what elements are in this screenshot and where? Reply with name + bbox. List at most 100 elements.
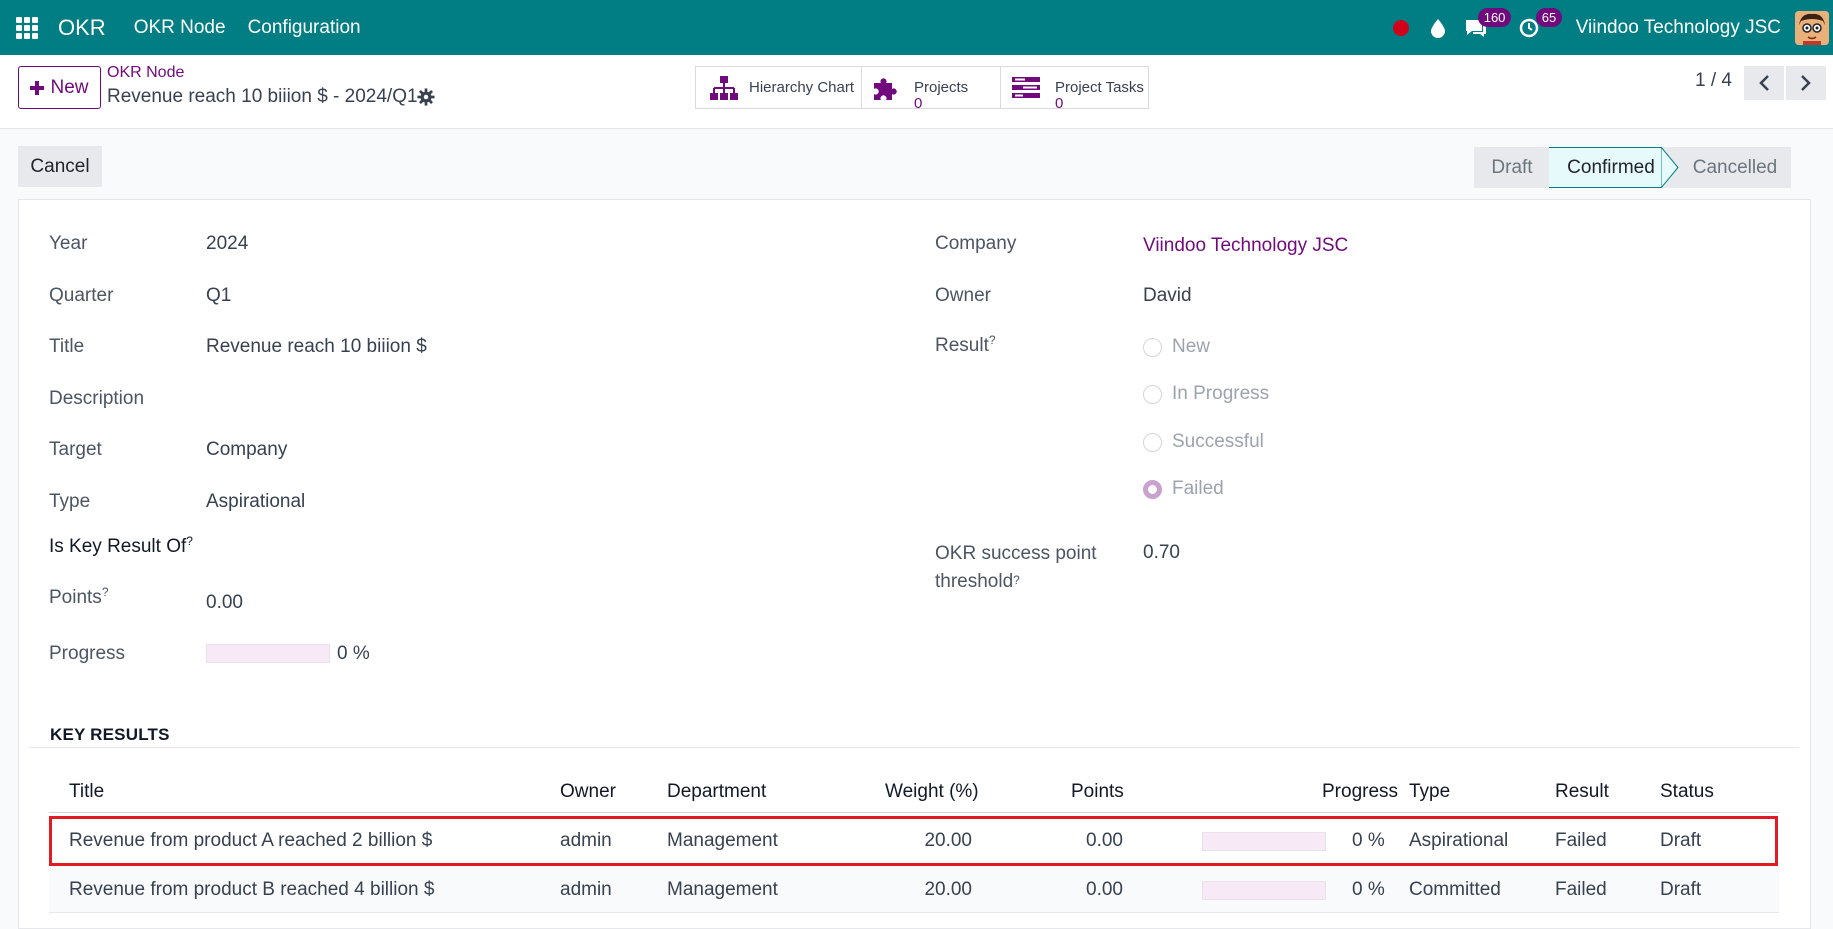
company-value[interactable]: Viindoo Technology JSC <box>1143 235 1348 257</box>
cell-progress-bar <box>1202 832 1326 851</box>
cell-weight: 20.00 <box>924 879 972 900</box>
status-arrow-icon <box>1661 147 1679 188</box>
column-header-status[interactable]: Status <box>1660 781 1714 803</box>
form-view: Cancel Draft Confirmed Cancelled Year 20… <box>0 129 1833 929</box>
year-value[interactable]: 2024 <box>206 233 248 255</box>
messages-badge: 160 <box>1477 8 1512 27</box>
radio-circle-icon <box>1143 384 1162 404</box>
result-label: Result? <box>935 333 996 356</box>
control-panel: New OKR Node Revenue reach 10 biiion $ -… <box>0 55 1833 129</box>
chevron-left-icon <box>1759 75 1769 91</box>
cell-progress: 0 % <box>1352 879 1385 900</box>
result-option-new[interactable]: New <box>1143 336 1210 358</box>
help-mark[interactable]: ? <box>102 585 109 599</box>
help-mark[interactable]: ? <box>1013 573 1020 587</box>
theme-button[interactable] <box>1420 0 1456 55</box>
result-option-in-progress[interactable]: In Progress <box>1143 383 1269 405</box>
record-dot-icon <box>1392 19 1409 36</box>
quarter-label: Quarter <box>49 285 114 306</box>
puzzle-icon <box>874 77 897 100</box>
new-button-label: New <box>50 76 89 98</box>
cell-title: Revenue from product A reached 2 billion… <box>69 830 433 851</box>
help-mark[interactable]: ? <box>989 333 996 347</box>
systray: 160 65 Viindoo Technology JSC <box>1382 0 1833 55</box>
result-option-failed[interactable]: Failed <box>1143 478 1224 500</box>
cell-status: Draft <box>1660 830 1702 851</box>
menu-configuration[interactable]: Configuration <box>248 17 361 39</box>
result-option-label: Successful <box>1172 431 1264 452</box>
hierarchy-chart-label: Hierarchy Chart <box>749 78 855 96</box>
radio-circle-icon <box>1143 432 1162 452</box>
cell-department: Management <box>667 879 778 900</box>
description-label: Description <box>49 388 145 409</box>
points-value: 0.00 <box>206 592 243 613</box>
app-menu-icon[interactable] <box>16 16 38 39</box>
column-header-points[interactable]: Points <box>1071 781 1124 803</box>
threshold-value[interactable]: 0.70 <box>1143 542 1180 564</box>
year-label: Year <box>49 233 88 254</box>
section-divider <box>29 747 1799 748</box>
status-cancelled[interactable]: Cancelled <box>1679 147 1791 188</box>
column-header-weight[interactable]: Weight (%) <box>885 781 979 803</box>
cell-result: Failed <box>1555 879 1607 900</box>
target-value[interactable]: Company <box>206 439 287 461</box>
owner-label: Owner <box>935 285 991 306</box>
column-header-owner[interactable]: Owner <box>560 781 616 803</box>
cell-result: Failed <box>1555 830 1607 851</box>
cell-title: Revenue from product B reached 4 billion… <box>69 879 435 900</box>
status-bar: Draft Confirmed Cancelled <box>1474 147 1791 188</box>
gear-icon[interactable] <box>417 88 435 106</box>
table-header-divider <box>49 812 1779 813</box>
hierarchy-chart-button[interactable]: Hierarchy Chart <box>695 66 862 109</box>
avatar-face-icon <box>1795 10 1829 45</box>
result-option-label: Failed <box>1172 478 1224 499</box>
status-draft[interactable]: Draft <box>1474 147 1550 188</box>
plus-icon <box>30 80 45 95</box>
new-button[interactable]: New <box>18 66 101 109</box>
project-tasks-label: Project Tasks <box>1055 78 1144 96</box>
cell-owner: admin <box>560 830 612 851</box>
company-label: Company <box>935 233 1017 254</box>
recording-indicator[interactable] <box>1382 0 1420 55</box>
type-value[interactable]: Aspirational <box>206 491 305 513</box>
projects-button[interactable]: Projects 0 <box>861 66 1001 111</box>
menu-okr-node[interactable]: OKR Node <box>134 17 226 39</box>
cell-points: 0.00 <box>1086 830 1123 851</box>
target-label: Target <box>49 439 102 460</box>
cell-points: 0.00 <box>1086 879 1123 900</box>
table-row[interactable]: Revenue from product B reached 4 billion… <box>49 866 1779 913</box>
column-header-type[interactable]: Type <box>1409 781 1450 803</box>
column-header-department[interactable]: Department <box>667 781 766 803</box>
column-header-result[interactable]: Result <box>1555 781 1609 803</box>
pager-next-button[interactable] <box>1786 66 1826 100</box>
pager-previous-button[interactable] <box>1744 66 1784 100</box>
activities-button[interactable]: 65 <box>1510 0 1563 55</box>
help-mark[interactable]: ? <box>186 534 193 548</box>
result-option-successful[interactable]: Successful <box>1143 431 1264 453</box>
column-header-progress[interactable]: Progress <box>1322 781 1398 803</box>
top-navbar: OKR OKR Node Configuration 160 65 Viindo… <box>0 0 1833 55</box>
app-name[interactable]: OKR <box>58 15 106 41</box>
threshold-label: OKR success point threshold? <box>935 543 1097 592</box>
radio-checked-icon <box>1143 479 1162 499</box>
column-header-title[interactable]: Title <box>69 781 104 803</box>
owner-value[interactable]: David <box>1143 285 1192 307</box>
cancel-button[interactable]: Cancel <box>18 146 102 187</box>
cell-type: Aspirational <box>1409 830 1509 851</box>
company-switcher[interactable]: Viindoo Technology JSC <box>1576 17 1781 39</box>
breadcrumb-parent[interactable]: OKR Node <box>107 64 184 82</box>
cell-progress-bar <box>1202 881 1326 900</box>
project-tasks-count: 0 <box>1055 94 1064 112</box>
title-value[interactable]: Revenue reach 10 biiion $ <box>206 336 427 358</box>
cell-weight: 20.00 <box>924 830 972 851</box>
title-label: Title <box>49 336 85 357</box>
key-results-section-title: KEY RESULTS <box>50 725 170 744</box>
messages-button[interactable]: 160 <box>1456 0 1512 55</box>
chevron-right-icon <box>1801 75 1811 91</box>
quarter-value[interactable]: Q1 <box>206 285 231 307</box>
pager-value[interactable]: 1 / 4 <box>1695 70 1732 92</box>
status-confirmed[interactable]: Confirmed <box>1549 147 1661 188</box>
user-avatar[interactable] <box>1795 10 1829 45</box>
table-row[interactable]: Revenue from product A reached 2 billion… <box>49 817 1779 864</box>
project-tasks-button[interactable]: Project Tasks 0 <box>1000 66 1149 112</box>
